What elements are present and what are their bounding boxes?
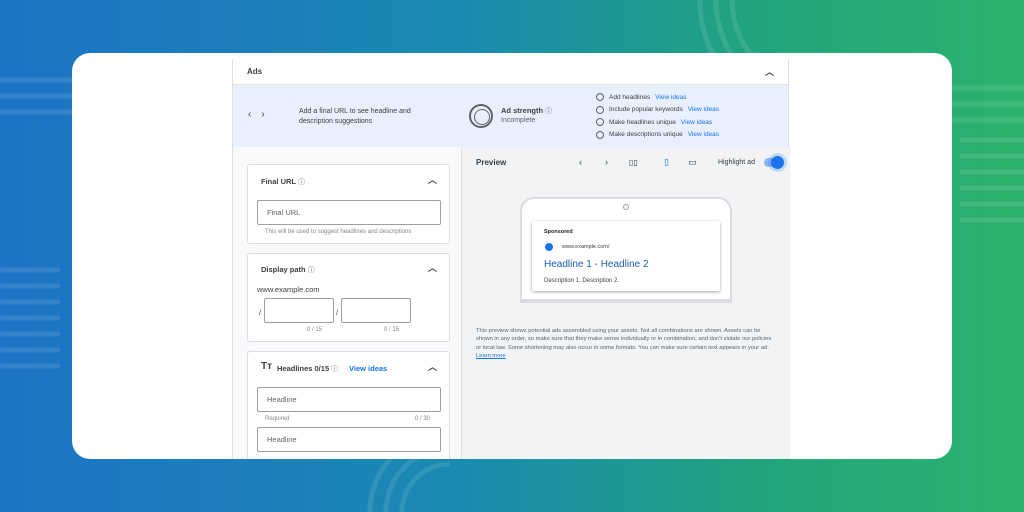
path2-input[interactable] (341, 298, 411, 323)
chevron-up-icon[interactable]: ︿ (765, 65, 774, 78)
chevron-right-icon[interactable]: › (605, 157, 608, 167)
ad-editor-content: Final URL ⓘ ︿ Final URL This will be use… (233, 147, 790, 459)
view-ideas-link[interactable]: View ideas (681, 119, 712, 126)
view-ideas-link[interactable]: View ideas (688, 131, 719, 138)
mobile-device-icon[interactable]: ▯ (664, 157, 669, 168)
checklist-item: Make headlines unique View ideas (596, 116, 719, 129)
phone-camera-icon (623, 204, 629, 210)
view-ideas-link[interactable]: View ideas (655, 94, 686, 101)
headlines-title: Headlines 0/15 ⓘ (277, 364, 339, 373)
path1-input[interactable] (264, 298, 334, 323)
display-path-title: Display path ⓘ (261, 265, 315, 274)
help-icon[interactable]: ⓘ (298, 179, 305, 186)
ad-strength-ring-icon (469, 104, 493, 128)
chevron-left-icon[interactable]: ‹ (248, 109, 261, 120)
unchecked-circle-icon (596, 93, 604, 102)
display-path-section: Display path ⓘ ︿ www.example.com / / 0 /… (247, 253, 450, 342)
chevron-up-icon[interactable]: ︿ (428, 173, 437, 186)
path-separator: / (336, 308, 339, 317)
path2-count: 0 / 15 (384, 327, 400, 333)
unchecked-circle-icon (596, 118, 604, 127)
headline-1-count: 0 / 30 (415, 416, 431, 422)
suggestion-text: Add a final URL to see headline and desc… (299, 108, 411, 125)
ad-strength-status: Incomplete (501, 117, 536, 124)
ads-section-header[interactable]: Ads ︿ (233, 59, 788, 85)
ads-panel: Ads ︿ ‹› Add a final URL to see headline… (232, 59, 790, 459)
path1-count: 0 / 15 (307, 327, 323, 333)
asset-form-column: Final URL ⓘ ︿ Final URL This will be use… (233, 147, 462, 459)
view-ideas-link[interactable]: View ideas (688, 106, 719, 113)
headlines-view-ideas-link[interactable]: View ideas (349, 364, 387, 373)
ad-headline: Headline 1 - Headline 2 (544, 259, 649, 270)
final-url-hint: This will be used to suggest headlines a… (265, 229, 412, 235)
headline-1-input[interactable]: Headline (257, 387, 441, 412)
checklist-item: Include popular keywords View ideas (596, 104, 719, 117)
headlines-section: Tт Headlines 0/15 ⓘ View ideas ︿ Headlin… (247, 351, 450, 459)
preview-disclaimer: This preview shows potential ads assembl… (476, 328, 772, 359)
highlight-ad-toggle[interactable] (764, 156, 784, 169)
ad-display-url: www.example.com/ (562, 244, 610, 250)
sponsored-label: Sponsored (544, 229, 573, 235)
text-format-icon: Tт (261, 361, 273, 372)
highlight-ad-label: Highlight ad (718, 159, 755, 166)
chevron-left-icon[interactable]: ‹ (579, 157, 582, 167)
preview-column: Preview ‹ › ▯▯ ▯ ▭ Highlight ad Sponsore… (462, 147, 790, 459)
toggle-knob (771, 156, 784, 169)
learn-more-link[interactable]: Learn more (476, 353, 506, 359)
final-url-title: Final URL ⓘ (261, 177, 305, 186)
chevron-up-icon[interactable]: ︿ (428, 360, 437, 373)
chevron-up-icon[interactable]: ︿ (428, 261, 437, 274)
headline-2-input[interactable]: Headline (257, 427, 441, 452)
suggestion-nav: ‹› (248, 109, 275, 120)
help-icon[interactable]: ⓘ (545, 108, 552, 115)
ad-strength-bar: ‹› Add a final URL to see headline and d… (233, 85, 788, 147)
preview-title: Preview (476, 158, 507, 167)
ad-strength-checklist: Add headlines View ideas Include popular … (596, 91, 719, 141)
globe-icon (545, 243, 553, 251)
checklist-item: Make descriptions unique View ideas (596, 129, 719, 142)
final-url-input[interactable]: Final URL (257, 200, 441, 225)
ads-section-title: Ads (247, 67, 263, 76)
unchecked-circle-icon (596, 105, 604, 114)
final-url-section: Final URL ⓘ ︿ Final URL This will be use… (247, 164, 450, 244)
ad-strength-label: Ad strength ⓘ (501, 106, 553, 115)
columns-view-icon[interactable]: ▯▯ (629, 158, 638, 167)
unchecked-circle-icon (596, 130, 604, 139)
main-card: Ads ︿ ‹› Add a final URL to see headline… (72, 53, 952, 459)
help-icon[interactable]: ⓘ (331, 366, 338, 373)
desktop-device-icon[interactable]: ▭ (688, 157, 697, 168)
ad-description: Description 1. Description 2. (544, 278, 620, 284)
headline-1-required: Required (265, 416, 290, 422)
checklist-item: Add headlines View ideas (596, 91, 719, 104)
display-path-domain: www.example.com (257, 285, 320, 294)
phone-preview-frame: Sponsored www.example.com/ Headline 1 - … (520, 197, 732, 303)
preview-toolbar: Preview ‹ › ▯▯ ▯ ▭ Highlight ad (462, 147, 790, 177)
path-separator: / (259, 308, 262, 317)
ad-preview-card: Sponsored www.example.com/ Headline 1 - … (532, 221, 720, 291)
help-icon[interactable]: ⓘ (308, 267, 315, 274)
phone-bottom-shade (522, 299, 730, 303)
chevron-right-icon[interactable]: › (261, 109, 274, 120)
